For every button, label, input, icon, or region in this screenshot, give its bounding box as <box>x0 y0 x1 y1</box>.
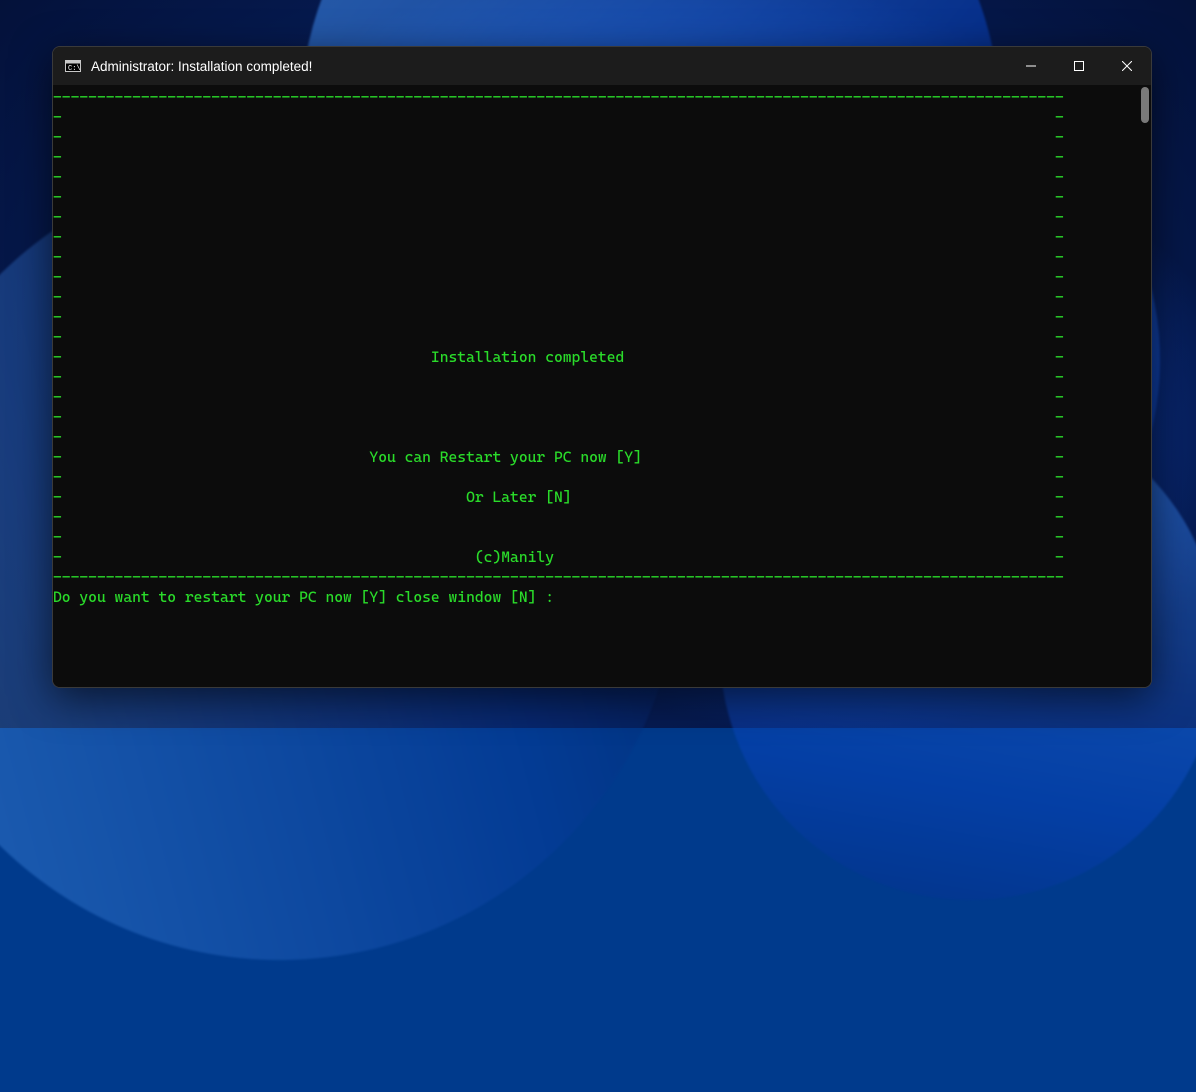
terminal-window: C:\ Administrator: Installation complete… <box>52 46 1152 688</box>
terminal-client-area[interactable]: ----------------------------------------… <box>53 85 1151 687</box>
close-button[interactable] <box>1103 47 1151 85</box>
svg-text:C:\: C:\ <box>68 65 81 73</box>
cmd-icon: C:\ <box>65 58 81 74</box>
scrollbar-track[interactable] <box>1135 87 1149 685</box>
window-title: Administrator: Installation completed! <box>91 59 312 74</box>
titlebar[interactable]: C:\ Administrator: Installation complete… <box>53 47 1151 85</box>
scrollbar-thumb[interactable] <box>1141 87 1149 123</box>
maximize-button[interactable] <box>1055 47 1103 85</box>
console-output: ----------------------------------------… <box>53 85 1151 607</box>
minimize-button[interactable] <box>1007 47 1055 85</box>
